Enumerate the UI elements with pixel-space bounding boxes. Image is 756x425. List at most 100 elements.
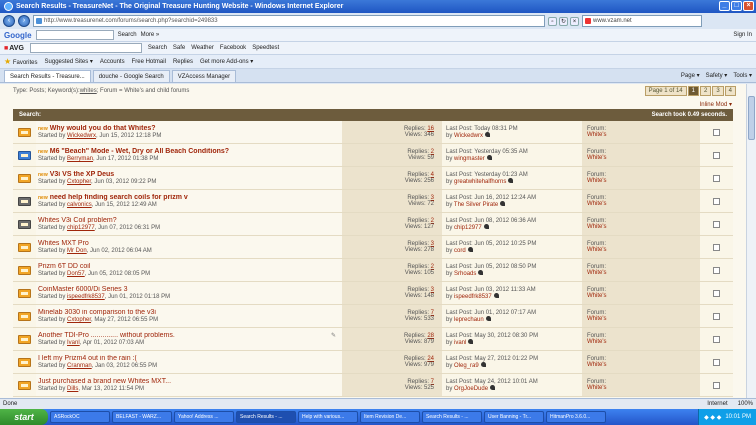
thread-select-checkbox[interactable] bbox=[713, 174, 720, 182]
taskbar-button[interactable]: Item Revision De... bbox=[360, 411, 420, 423]
thread-title-link[interactable]: V3i VS the XP Deus bbox=[50, 171, 114, 178]
thread-author-link[interactable]: calvonics bbox=[67, 202, 92, 208]
last-post-user-link[interactable]: ivanl bbox=[454, 340, 466, 346]
go-to-last-post-icon[interactable] bbox=[493, 292, 499, 298]
last-post-user-link[interactable]: The Silver Pirate bbox=[454, 202, 498, 208]
avg-speedtest-button[interactable]: Speedtest bbox=[252, 45, 279, 51]
vertical-scrollbar[interactable] bbox=[746, 84, 756, 398]
fav-replies[interactable]: Replies bbox=[173, 59, 193, 65]
google-more-button[interactable]: More » bbox=[141, 32, 160, 38]
thread-title-link[interactable]: M6 "Beach" Mode - Wet, Dry or All Beach … bbox=[50, 148, 229, 155]
taskbar-button[interactable]: Search Results - ... bbox=[236, 411, 296, 423]
page-menu[interactable]: Page ▾ bbox=[681, 72, 700, 79]
thread-author-link[interactable]: Ivanl bbox=[67, 340, 80, 346]
taskbar-button[interactable]: Search Results - ... bbox=[422, 411, 482, 423]
page-4[interactable]: 4 bbox=[724, 86, 736, 96]
thread-select-checkbox[interactable] bbox=[713, 335, 720, 343]
forum-link[interactable]: White's bbox=[587, 293, 700, 299]
go-to-last-post-icon[interactable] bbox=[468, 338, 474, 344]
thread-author-link[interactable]: Cxtopher bbox=[67, 179, 91, 185]
avg-facebook-button[interactable]: Facebook bbox=[220, 45, 246, 51]
new-post-icon[interactable]: new bbox=[38, 149, 48, 155]
last-post-user-link[interactable]: chip12977 bbox=[454, 225, 482, 231]
minimize-button[interactable]: _ bbox=[719, 1, 730, 11]
thread-author-link[interactable]: Cxtopher bbox=[67, 317, 91, 323]
thread-select-checkbox[interactable] bbox=[713, 220, 720, 228]
thread-select-checkbox[interactable] bbox=[713, 128, 720, 136]
thread-author-link[interactable]: Dills bbox=[67, 386, 78, 392]
thread-select-checkbox[interactable] bbox=[713, 151, 720, 159]
taskbar-button[interactable]: Yahoo! Address ... bbox=[174, 411, 234, 423]
go-to-last-post-icon[interactable] bbox=[478, 269, 484, 275]
thread-author-link[interactable]: Berryman bbox=[67, 156, 93, 162]
go-to-last-post-icon[interactable] bbox=[483, 223, 489, 229]
thread-title-link[interactable]: Minelab 3030 in comparison to the v3i bbox=[38, 309, 156, 316]
start-button[interactable]: start bbox=[0, 409, 48, 425]
forum-link[interactable]: White's bbox=[587, 155, 700, 161]
inline-mod-menu[interactable]: Inline Mod ▾ bbox=[700, 101, 732, 108]
page-1[interactable]: 1 bbox=[687, 86, 699, 96]
thread-title-link[interactable]: need help finding search coils for prizm… bbox=[50, 194, 188, 201]
forum-link[interactable]: White's bbox=[587, 224, 700, 230]
forum-link[interactable]: White's bbox=[587, 316, 700, 322]
new-post-icon[interactable]: new bbox=[38, 172, 48, 178]
page-2[interactable]: 2 bbox=[699, 86, 712, 96]
thread-select-checkbox[interactable] bbox=[713, 358, 720, 366]
taskbar-button[interactable]: HitmanPro 3.6.0... bbox=[546, 411, 606, 423]
forum-link[interactable]: White's bbox=[587, 339, 700, 345]
thread-title-link[interactable]: CoinMaster 6000/Di Series 3 bbox=[38, 286, 128, 293]
forum-link[interactable]: White's bbox=[587, 247, 700, 253]
address-input[interactable]: http://www.treasurenet.com/forums/search… bbox=[33, 15, 545, 27]
thread-author-link[interactable]: chip12977 bbox=[67, 225, 95, 231]
go-to-last-post-icon[interactable] bbox=[486, 154, 492, 160]
tab-search-results[interactable]: Search Results - Treasure... bbox=[4, 70, 91, 82]
fav-free-hotmail[interactable]: Free Hotmail bbox=[132, 59, 166, 65]
thread-title-link[interactable]: Why would you do that Whites? bbox=[50, 125, 156, 132]
avg-weather-button[interactable]: Weather bbox=[191, 45, 214, 51]
refresh-icon[interactable]: ↻ bbox=[559, 16, 568, 26]
go-to-last-post-icon[interactable] bbox=[500, 200, 506, 206]
google-search-input[interactable] bbox=[35, 30, 114, 40]
forum-link[interactable]: White's bbox=[587, 362, 700, 368]
avg-search-input[interactable] bbox=[29, 43, 142, 53]
thread-author-link[interactable]: Don57 bbox=[67, 271, 85, 277]
last-post-user-link[interactable]: leprechaun bbox=[454, 317, 484, 323]
thread-title-link[interactable]: Another TDI-Pro .............. without p… bbox=[38, 332, 175, 339]
thread-select-checkbox[interactable] bbox=[713, 243, 720, 251]
go-to-last-post-icon[interactable] bbox=[480, 361, 486, 367]
last-post-user-link[interactable]: OrgJoeDude bbox=[454, 386, 488, 392]
avg-safe-button[interactable]: Safe bbox=[173, 45, 185, 51]
browser-search-input[interactable]: www.vzam.net bbox=[582, 15, 702, 27]
zoom-level[interactable]: 100% bbox=[738, 401, 753, 407]
taskbar-button[interactable]: ASRockOC bbox=[50, 411, 110, 423]
forum-link[interactable]: White's bbox=[587, 178, 700, 184]
maximize-button[interactable]: □ bbox=[731, 1, 742, 11]
last-post-user-link[interactable]: greatwhitehalfhorns bbox=[454, 179, 506, 185]
fav-suggested-sites[interactable]: Suggested Sites ▾ bbox=[45, 58, 93, 65]
compat-icon[interactable]: ▫ bbox=[548, 16, 557, 26]
taskbar-button[interactable]: BELFAST - WARZ... bbox=[112, 411, 172, 423]
signin-link[interactable]: Sign In bbox=[733, 32, 752, 38]
thread-select-checkbox[interactable] bbox=[713, 289, 720, 297]
safety-menu[interactable]: Safety ▾ bbox=[706, 72, 728, 79]
new-post-icon[interactable]: new bbox=[38, 126, 48, 132]
last-post-user-link[interactable]: cord bbox=[454, 248, 466, 254]
thread-author-link[interactable]: Mr Don bbox=[67, 248, 87, 254]
taskbar-button[interactable]: User Banning - Tr... bbox=[484, 411, 544, 423]
thread-select-checkbox[interactable] bbox=[713, 266, 720, 274]
fav-accounts[interactable]: Accounts bbox=[100, 59, 125, 65]
thread-title-link[interactable]: Whites V3i Coil problem? bbox=[38, 217, 117, 224]
new-post-icon[interactable]: new bbox=[38, 195, 48, 201]
thread-author-link[interactable]: Cranman bbox=[67, 363, 92, 369]
thread-select-checkbox[interactable] bbox=[713, 197, 720, 205]
last-post-user-link[interactable]: Srhoads bbox=[454, 271, 476, 277]
scroll-thumb[interactable] bbox=[748, 96, 755, 140]
thread-author-link[interactable]: ispeedfrk8537 bbox=[67, 294, 105, 300]
forum-link[interactable]: White's bbox=[587, 201, 700, 207]
go-to-last-post-icon[interactable] bbox=[485, 315, 491, 321]
last-post-user-link[interactable]: wingmaster bbox=[454, 156, 485, 162]
last-post-user-link[interactable]: Wickedwrx bbox=[454, 133, 483, 139]
go-to-last-post-icon[interactable] bbox=[485, 131, 491, 137]
last-post-user-link[interactable]: Oleg_ra9 bbox=[454, 363, 479, 369]
forward-button[interactable]: › bbox=[18, 15, 30, 27]
